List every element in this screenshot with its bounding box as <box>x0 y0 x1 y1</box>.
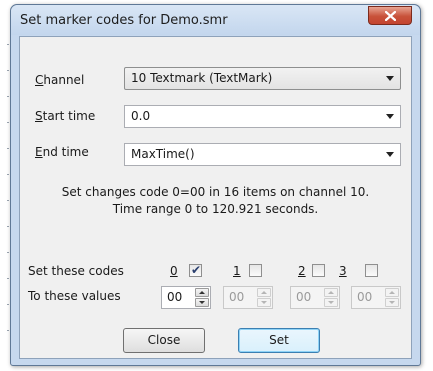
code-3-value-spinner[interactable]: 00 <box>351 286 401 309</box>
arrow-down-icon <box>261 301 267 304</box>
code-2-checkbox[interactable] <box>312 264 325 277</box>
code-2-value-spinner[interactable]: 00 <box>290 286 340 309</box>
end-time-combo[interactable]: MaxTime() <box>124 143 401 166</box>
code-3-value: 00 <box>357 290 373 304</box>
code-0-index: 0 <box>170 264 178 278</box>
code-2-value: 00 <box>296 290 312 304</box>
spin-down-button[interactable] <box>385 298 399 307</box>
background-dot <box>7 330 9 331</box>
background-dot <box>7 44 9 45</box>
spin-down-button[interactable] <box>324 298 338 307</box>
code-1-checkbox[interactable] <box>249 264 262 277</box>
code-1-value: 00 <box>229 290 245 304</box>
arrow-up-icon <box>389 291 395 294</box>
end-time-label: End time <box>35 145 89 159</box>
code-0-value: 00 <box>167 290 183 304</box>
code-2-index: 2 <box>298 264 306 278</box>
background-dot <box>7 252 9 253</box>
background-dot <box>7 70 9 71</box>
chevron-down-icon <box>386 114 394 119</box>
background-dot <box>7 304 9 305</box>
code-0-value-spinner[interactable]: 00 <box>161 286 211 309</box>
arrow-down-icon <box>199 301 205 304</box>
background-dot <box>7 278 9 279</box>
title-bar[interactable]: Set marker codes for Demo.smr <box>11 5 420 35</box>
set-marker-codes-dialog: Set marker codes for Demo.smr Channel 10… <box>10 4 421 366</box>
code-3-checkbox[interactable] <box>365 264 378 277</box>
start-time-label: Start time <box>35 109 96 123</box>
chevron-down-icon <box>386 76 394 81</box>
start-time-combo[interactable]: 0.0 <box>124 105 401 128</box>
channel-label: Channel <box>35 73 85 87</box>
check-icon: ✔ <box>191 263 202 277</box>
end-time-value: MaxTime() <box>131 147 195 161</box>
background-dot <box>7 200 9 201</box>
spin-up-button[interactable] <box>257 288 271 297</box>
channel-dropdown[interactable]: 10 Textmark (TextMark) <box>124 67 401 90</box>
start-time-value: 0.0 <box>131 109 151 123</box>
arrow-up-icon <box>261 291 267 294</box>
background-dot <box>7 148 9 149</box>
values-label: To these values <box>28 289 121 303</box>
arrow-up-icon <box>328 291 334 294</box>
spin-up-button[interactable] <box>195 288 209 297</box>
background-dot <box>7 174 9 175</box>
close-icon <box>385 11 396 21</box>
window-title: Set marker codes for Demo.smr <box>20 13 228 28</box>
code-1-index: 1 <box>233 264 241 278</box>
spin-down-button[interactable] <box>257 298 271 307</box>
spin-down-button[interactable] <box>195 298 209 307</box>
dialog-client-area: Channel 10 Textmark (TextMark) Start tim… <box>19 36 412 359</box>
code-0-checkbox[interactable]: ✔ <box>189 263 202 277</box>
background-dot <box>7 96 9 97</box>
spin-up-button[interactable] <box>385 288 399 297</box>
arrow-down-icon <box>328 301 334 304</box>
arrow-down-icon <box>389 301 395 304</box>
spin-up-button[interactable] <box>324 288 338 297</box>
code-1-value-spinner[interactable]: 00 <box>223 286 273 309</box>
window-close-button[interactable] <box>368 6 412 25</box>
close-button[interactable]: Close <box>123 328 205 353</box>
set-codes-label: Set these codes <box>28 264 124 278</box>
set-button[interactable]: Set <box>238 328 320 353</box>
background-dot <box>7 226 9 227</box>
channel-value: 10 Textmark (TextMark) <box>131 71 273 85</box>
code-3-index: 3 <box>339 264 347 278</box>
background-dot <box>7 122 9 123</box>
info-line-1: Set changes code 0=00 in 16 items on cha… <box>61 185 370 199</box>
chevron-down-icon <box>386 152 394 157</box>
info-line-2: Time range 0 to 120.921 seconds. <box>112 202 319 216</box>
arrow-up-icon <box>199 291 205 294</box>
